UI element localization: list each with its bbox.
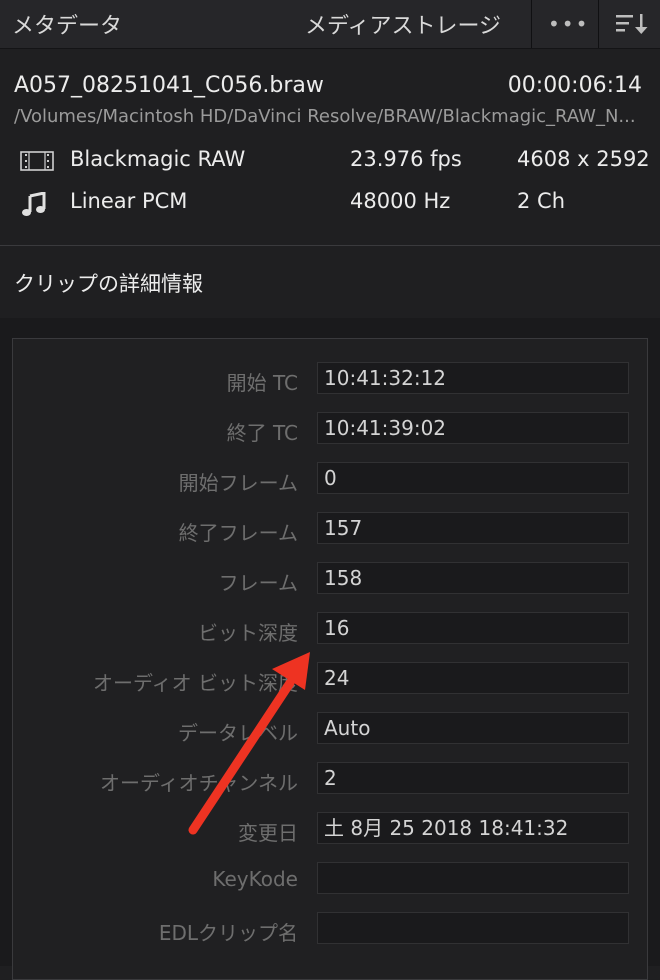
field-label: KeyKode — [212, 867, 298, 891]
film-icon — [20, 150, 54, 177]
keykode-field[interactable] — [317, 862, 629, 894]
end-frame-field[interactable]: 157 — [317, 512, 629, 544]
clip-info: A057_08251041_C056.braw 00:00:06:14 /Vol… — [0, 49, 660, 245]
audio-channels-field[interactable]: 2 — [317, 762, 629, 794]
frames-field[interactable]: 158 — [317, 562, 629, 594]
start-frame-field[interactable]: 0 — [317, 462, 629, 494]
video-info-row: Blackmagic RAW 23.976 fps 4608 x 2592 — [0, 147, 660, 177]
audio-info-row: Linear PCM 48000 Hz 2 Ch — [0, 189, 660, 219]
panel-title: メタデータ — [12, 14, 123, 39]
clip-filename: A057_08251041_C056.braw — [14, 73, 324, 98]
field-label: フレーム — [218, 571, 298, 595]
audio-rate: 48000 Hz — [350, 189, 451, 213]
field-label: 終了 TC — [226, 421, 298, 445]
section-divider — [0, 245, 660, 246]
field-label: 開始フレーム — [178, 471, 298, 495]
video-resolution: 4608 x 2592 — [517, 147, 650, 171]
field-label: EDLクリップ名 — [158, 921, 298, 945]
sort-icon[interactable] — [616, 12, 650, 40]
media-storage-tab[interactable]: メディアストレージ — [305, 8, 501, 40]
header-separator — [598, 0, 599, 48]
field-label: データレベル — [178, 721, 298, 745]
data-level-field[interactable]: Auto — [317, 712, 629, 744]
field-label: 変更日 — [238, 821, 298, 845]
metadata-header: メタデータ メディアストレージ ••• — [0, 0, 660, 49]
end-tc-field[interactable]: 10:41:39:02 — [317, 412, 629, 444]
field-label: オーディオチャンネル — [100, 771, 298, 795]
video-codec: Blackmagic RAW — [70, 147, 246, 171]
audio-bit-depth-field[interactable]: 24 — [317, 662, 629, 694]
video-fps: 23.976 fps — [350, 147, 462, 171]
audio-codec: Linear PCM — [70, 189, 188, 213]
clip-duration: 00:00:06:14 — [507, 73, 642, 98]
field-label: 終了フレーム — [178, 521, 298, 545]
edl-clip-name-field[interactable] — [317, 912, 629, 944]
more-icon[interactable]: ••• — [548, 12, 589, 36]
field-label: ビット深度 — [198, 621, 298, 645]
clip-path: /Volumes/Macintosh HD/DaVinci Resolve/BR… — [14, 106, 636, 127]
field-label: オーディオ ビット深度 — [93, 671, 298, 695]
header-separator — [531, 0, 532, 48]
bit-depth-field[interactable]: 16 — [317, 612, 629, 644]
clip-details-title: クリップの詳細情報 — [14, 272, 203, 296]
audio-channels: 2 Ch — [517, 189, 566, 213]
date-modified-field[interactable]: 土 8月 25 2018 18:41:32 — [317, 812, 629, 844]
music-note-icon — [20, 191, 50, 223]
field-label: 開始 TC — [226, 371, 298, 395]
start-tc-field[interactable]: 10:41:32:12 — [317, 362, 629, 394]
